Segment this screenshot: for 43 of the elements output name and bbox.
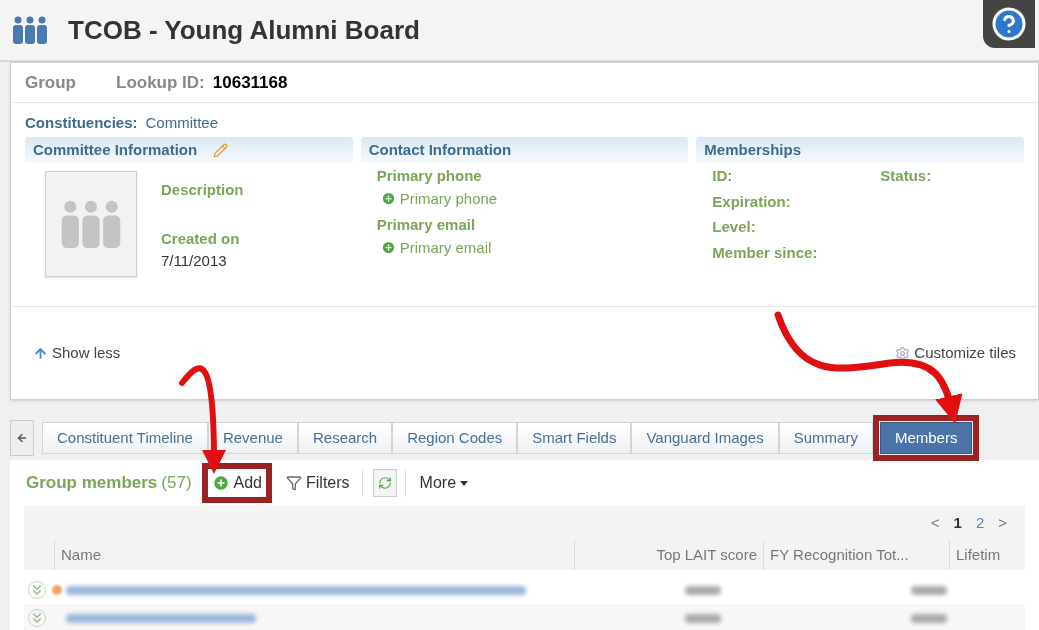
lookup-label: Lookup ID: [116,71,205,94]
tab[interactable]: Constituent Timeline [42,422,208,454]
page-link[interactable]: 2 [975,511,985,535]
tile-title: Memberships [704,139,802,160]
field-label: Expiration: [712,191,792,212]
field-label: Description [161,180,244,200]
next-page-link[interactable]: > [998,511,1007,535]
record-type: Group [25,71,76,94]
field-label: ID: [712,166,734,186]
member-count: (57) [161,472,192,495]
column-header[interactable]: FY Recognition Tot... [763,540,949,570]
add-link[interactable]: Primary email [376,236,689,259]
field-label: Member since: [712,242,819,263]
page-link[interactable]: 1 [953,511,962,535]
section-title: Group members [26,472,158,495]
tab[interactable]: Members [879,422,973,454]
field-label: Level: [712,217,757,237]
tab[interactable]: Smart Fields [517,422,632,454]
previous-page-link[interactable]: < [930,511,940,535]
field-label: Primary email [376,215,477,235]
tab[interactable]: Summary [778,422,873,454]
constituencies-label: Constituencies: [25,112,138,133]
page-title: TCOB - Young Alumni Board [68,13,420,47]
tile-title: Committee Information [33,139,198,160]
customize-tiles-link[interactable]: Customize tiles [895,341,1016,365]
field-label: Created on [161,228,241,249]
show-less-link[interactable]: Show less [33,341,121,365]
constituencies-value: Committee [145,112,219,133]
tab[interactable]: Region Codes [392,422,518,454]
tile-title: Contact Information [368,139,512,160]
add-link[interactable]: Primary phone [376,187,689,210]
column-header[interactable]: Lifetim [949,540,1025,570]
column-header[interactable]: Name [54,540,574,570]
lookup-id: 10631168 [212,71,288,94]
tab[interactable]: Vanguard Images [631,422,779,454]
tab[interactable]: Revenue [207,422,298,454]
field-label: Status: [880,166,933,186]
field-value: 7/11/2013 [161,251,228,271]
column-header[interactable]: Top LAIT score [574,540,763,570]
tab[interactable]: Research [297,422,393,454]
field-label: Primary phone [376,166,483,186]
filter-button[interactable]: Filters [282,469,354,497]
menu-button[interactable]: More [415,469,473,497]
